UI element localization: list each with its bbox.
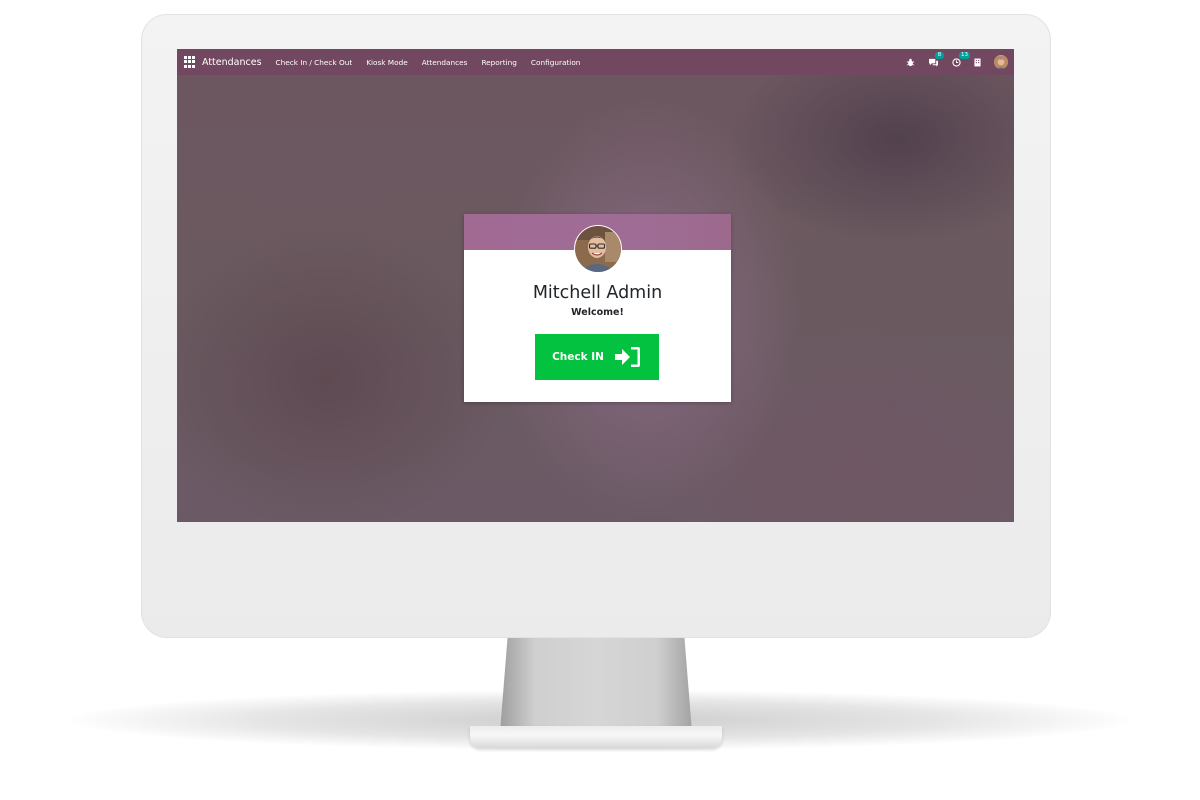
messages-chat-icon[interactable]: 8: [928, 51, 944, 67]
menu-attendances[interactable]: Attendances: [422, 58, 468, 67]
activities-count-badge: 13: [959, 51, 970, 59]
menu-configuration[interactable]: Configuration: [531, 58, 581, 67]
employee-checkin-card: Mitchell Admin Welcome! Check IN: [464, 214, 731, 402]
app-title[interactable]: Attendances: [202, 57, 262, 68]
monitor-mockup: Attendances Check In / Check Out Kiosk M…: [0, 0, 1200, 800]
debug-bug-icon[interactable]: [906, 58, 915, 67]
check-in-label: Check IN: [552, 351, 604, 363]
sign-in-icon: [614, 347, 640, 367]
navbar-systray: 8 13: [906, 49, 1010, 75]
welcome-message: Welcome!: [571, 307, 624, 318]
employee-name: Mitchell Admin: [532, 283, 663, 303]
monitor-stand-base: [470, 726, 722, 748]
menu-reporting[interactable]: Reporting: [481, 58, 516, 67]
top-navbar: Attendances Check In / Check Out Kiosk M…: [177, 49, 1014, 75]
menu-check-in-check-out[interactable]: Check In / Check Out: [276, 58, 353, 67]
employee-avatar: [574, 225, 622, 273]
messages-count-badge: 8: [935, 51, 944, 59]
app-menu-grid-icon[interactable]: [184, 56, 196, 68]
user-avatar[interactable]: [994, 55, 1008, 69]
menu-kiosk-mode[interactable]: Kiosk Mode: [366, 58, 408, 67]
company-building-icon[interactable]: [974, 58, 981, 67]
monitor-screen: Attendances Check In / Check Out Kiosk M…: [177, 49, 1014, 522]
activities-clock-icon[interactable]: 13: [952, 51, 970, 67]
monitor-stand-neck: [500, 636, 692, 732]
check-in-button[interactable]: Check IN: [535, 334, 659, 380]
